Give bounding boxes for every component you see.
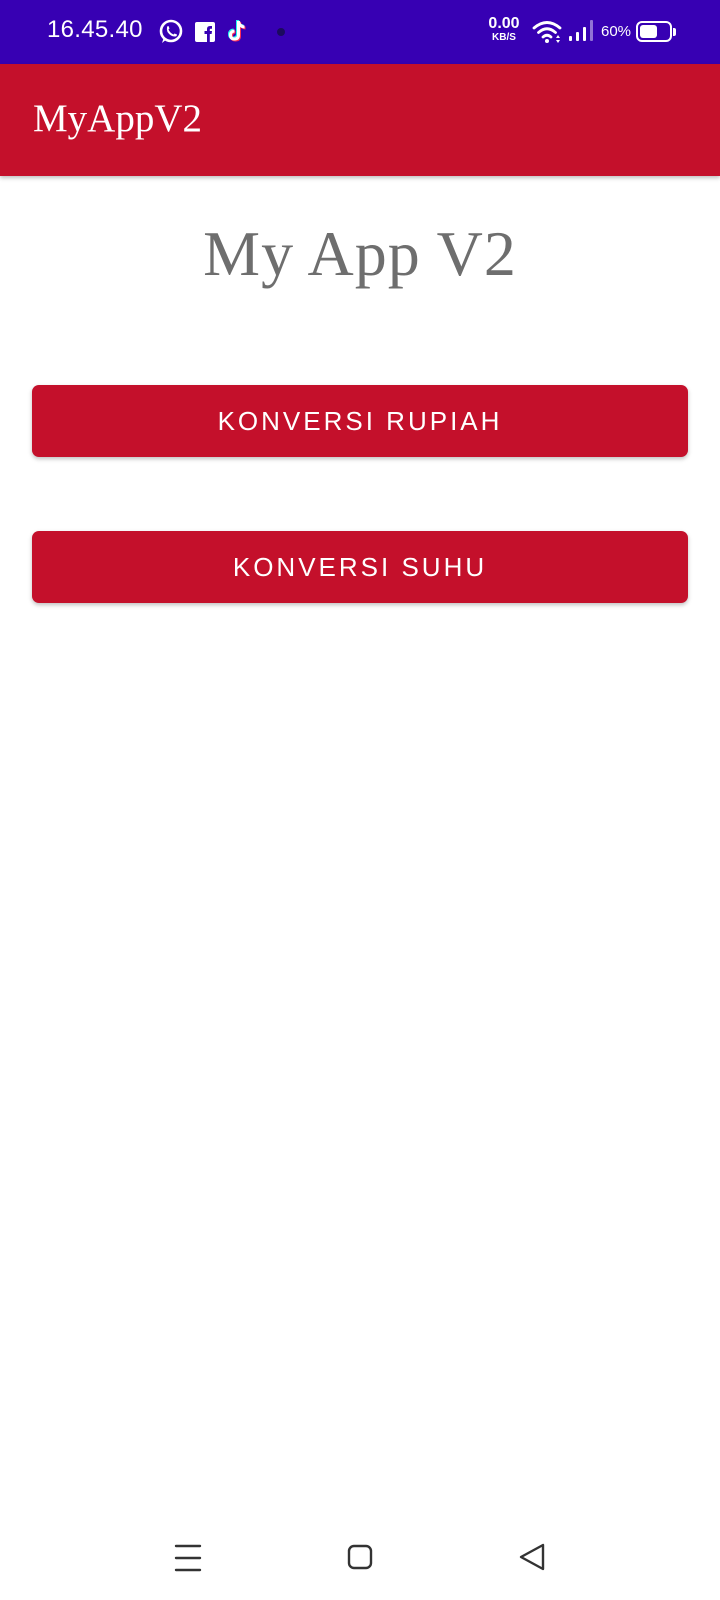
menu-icon[interactable] xyxy=(164,1536,212,1580)
back-icon[interactable] xyxy=(508,1536,556,1580)
whatsapp-icon xyxy=(157,18,185,46)
status-time: 16.45.40 xyxy=(47,16,143,43)
facebook-icon xyxy=(192,18,220,46)
battery-percent: 60% xyxy=(601,23,632,40)
network-speed-value: 0.00 xyxy=(488,15,520,32)
network-speed: 0.00 KB/S xyxy=(484,16,524,43)
status-bar: 16.45.40 0.00 KB/S 60% xyxy=(0,0,720,64)
network-speed-unit: KB/S xyxy=(492,32,516,43)
battery-nub xyxy=(673,28,676,36)
tiktok-icon xyxy=(222,18,250,46)
home-icon[interactable] xyxy=(336,1536,384,1580)
notification-dot-icon xyxy=(277,28,285,36)
page-title: My App V2 xyxy=(203,218,517,289)
battery-level-fill xyxy=(640,25,657,38)
battery-icon xyxy=(636,21,676,42)
app-bar-title: MyAppV2 xyxy=(33,97,203,140)
konversi-suhu-button[interactable]: KONVERSI SUHU xyxy=(32,531,688,603)
konversi-rupiah-button[interactable]: KONVERSI RUPIAH xyxy=(32,385,688,457)
app-bar: MyAppV2 xyxy=(0,64,720,176)
wifi-icon xyxy=(532,18,562,46)
signal-icon xyxy=(566,16,594,44)
navigation-bar xyxy=(0,1520,720,1600)
